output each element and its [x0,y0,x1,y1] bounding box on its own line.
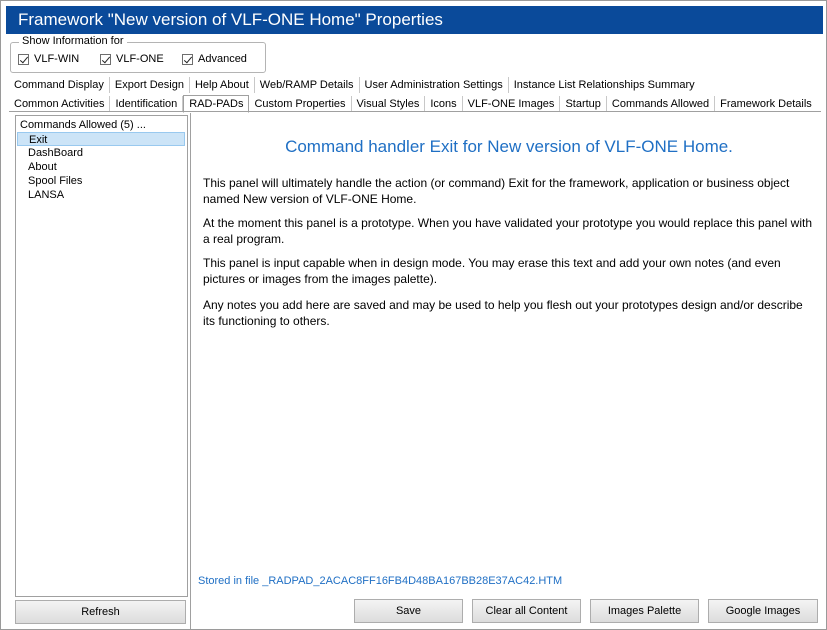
tab-common-activities[interactable]: Common Activities [9,96,111,112]
save-button[interactable]: Save [354,599,463,623]
content-paragraph[interactable]: Any notes you add here are saved and may… [203,297,818,329]
show-information-group: Show Information for VLF-WIN VLF-ONE Adv… [10,35,266,73]
show-information-legend: Show Information for [19,35,127,48]
refresh-button[interactable]: Refresh [15,600,186,624]
tree-item-exit[interactable]: Exit [17,132,185,146]
checkbox-check-icon[interactable] [100,53,111,65]
commands-tree: Commands Allowed (5) ... Exit DashBoard … [15,115,188,597]
checkbox-check-icon[interactable] [182,53,193,65]
google-images-button[interactable]: Google Images [708,599,818,623]
checkbox-label: VLF-WIN [34,53,80,66]
tab-startup[interactable]: Startup [560,96,607,112]
checkbox-vlf-win[interactable]: VLF-WIN [18,52,79,66]
tab-framework-details[interactable]: Framework Details [715,96,817,112]
tab-help-about[interactable]: Help About [190,77,255,93]
tab-user-administration-settings[interactable]: User Administration Settings [360,77,509,93]
content-paragraph[interactable]: At the moment this panel is a prototype.… [203,215,818,247]
properties-window: Framework "New version of VLF-ONE Home" … [0,0,827,630]
checkbox-advanced[interactable]: Advanced [182,52,247,66]
tree-item-spool-files[interactable]: Spool Files [28,174,82,188]
panel-divider [190,113,191,629]
tab-vlf-one-images[interactable]: VLF-ONE Images [463,96,561,112]
checkbox-label: VLF-ONE [116,53,164,66]
tab-visual-styles[interactable]: Visual Styles [352,96,426,112]
tab-strip-divider [9,111,821,112]
tab-row-1: Command Display Export Design Help About We… [9,77,700,93]
content-paragraph[interactable]: This panel is input capable when in desi… [203,255,818,287]
content-title: Command handler Exit for New version of … [285,137,733,156]
clear-all-content-button[interactable]: Clear all Content [472,599,581,623]
content-paragraph[interactable]: This panel will ultimately handle the ac… [203,175,818,207]
tab-instance-list-relationships-summary[interactable]: Instance List Relationships Summary [509,77,700,93]
tab-identification[interactable]: Identification [110,96,184,112]
tab-command-display[interactable]: Command Display [9,77,110,93]
tree-item-dashboard[interactable]: DashBoard [28,146,83,160]
tree-item-lansa[interactable]: LANSA [28,188,64,202]
tab-row-2: Common Activities Identification RAD-PADs C… [9,95,817,113]
tree-item-about[interactable]: About [28,160,57,174]
checkbox-vlf-one[interactable]: VLF-ONE [100,52,164,66]
stored-file-label: Stored in file _RADPAD_2ACAC8FF16FB4D48B… [198,575,563,587]
checkbox-label: Advanced [198,53,247,66]
tree-root-commands-allowed[interactable]: Commands Allowed (5) ... [20,119,146,132]
tab-icons[interactable]: Icons [425,96,463,112]
tab-export-design[interactable]: Export Design [110,77,190,93]
window-title: Framework "New version of VLF-ONE Home" … [6,6,823,34]
tab-custom-properties[interactable]: Custom Properties [249,96,352,112]
tab-commands-allowed[interactable]: Commands Allowed [607,96,716,112]
images-palette-button[interactable]: Images Palette [590,599,699,623]
tab-web-ramp-details[interactable]: Web/RAMP Details [255,77,360,93]
checkbox-check-icon[interactable] [18,53,29,65]
